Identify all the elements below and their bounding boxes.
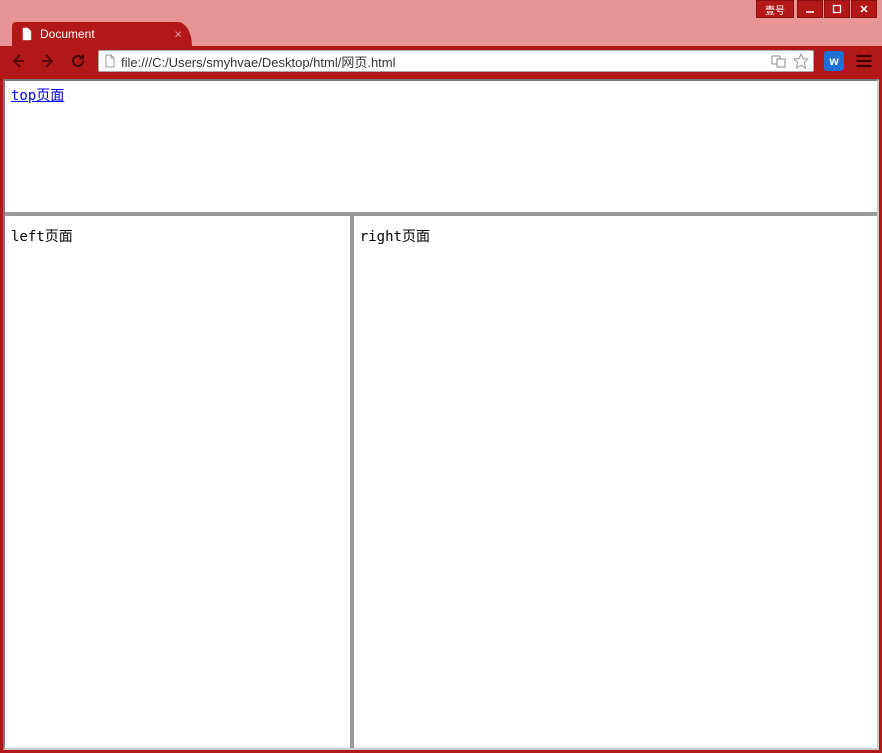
page-icon	[103, 54, 117, 68]
star-icon[interactable]	[793, 53, 809, 69]
left-frame-text: left页面	[11, 229, 73, 245]
browser-toolbar: file:///C:/Users/smyhvae/Desktop/html/网页…	[0, 46, 882, 76]
right-frame-text: right页面	[360, 229, 430, 245]
close-button[interactable]	[851, 0, 877, 18]
arrow-left-icon	[10, 53, 26, 69]
close-icon	[859, 4, 869, 14]
tab-close-button[interactable]: ×	[174, 27, 182, 42]
reload-button[interactable]	[68, 51, 88, 71]
tab-strip: Document ×	[0, 22, 882, 46]
maximize-icon	[832, 4, 842, 14]
frame-top: top页面	[5, 81, 877, 216]
minimize-icon	[805, 4, 815, 14]
forward-button[interactable]	[38, 51, 58, 71]
document-icon	[20, 27, 34, 41]
minimize-button[interactable]	[797, 0, 823, 18]
menu-button[interactable]	[854, 51, 874, 71]
tab-title: Document	[40, 27, 95, 41]
page-viewport: top页面 left页面 right页面	[0, 76, 882, 753]
frameset: top页面 left页面 right页面	[3, 79, 879, 750]
reload-icon	[70, 53, 86, 69]
arrow-right-icon	[40, 53, 56, 69]
back-button[interactable]	[8, 51, 28, 71]
top-frame-link[interactable]: top页面	[11, 88, 64, 104]
maximize-button[interactable]	[824, 0, 850, 18]
frame-left: left页面	[5, 216, 354, 748]
frame-right: right页面	[354, 216, 877, 748]
frame-bottom-row: left页面 right页面	[5, 216, 877, 748]
window-titlebar: 壹号	[0, 0, 882, 22]
extension-button[interactable]: w	[824, 51, 844, 71]
url-text: file:///C:/Users/smyhvae/Desktop/html/网页…	[121, 52, 767, 71]
window-badge: 壹号	[756, 0, 794, 18]
translate-icon[interactable]	[771, 53, 787, 69]
browser-tab[interactable]: Document ×	[12, 22, 192, 46]
address-bar[interactable]: file:///C:/Users/smyhvae/Desktop/html/网页…	[98, 50, 814, 72]
hamburger-icon	[854, 51, 874, 71]
extension-letter: w	[829, 54, 838, 68]
